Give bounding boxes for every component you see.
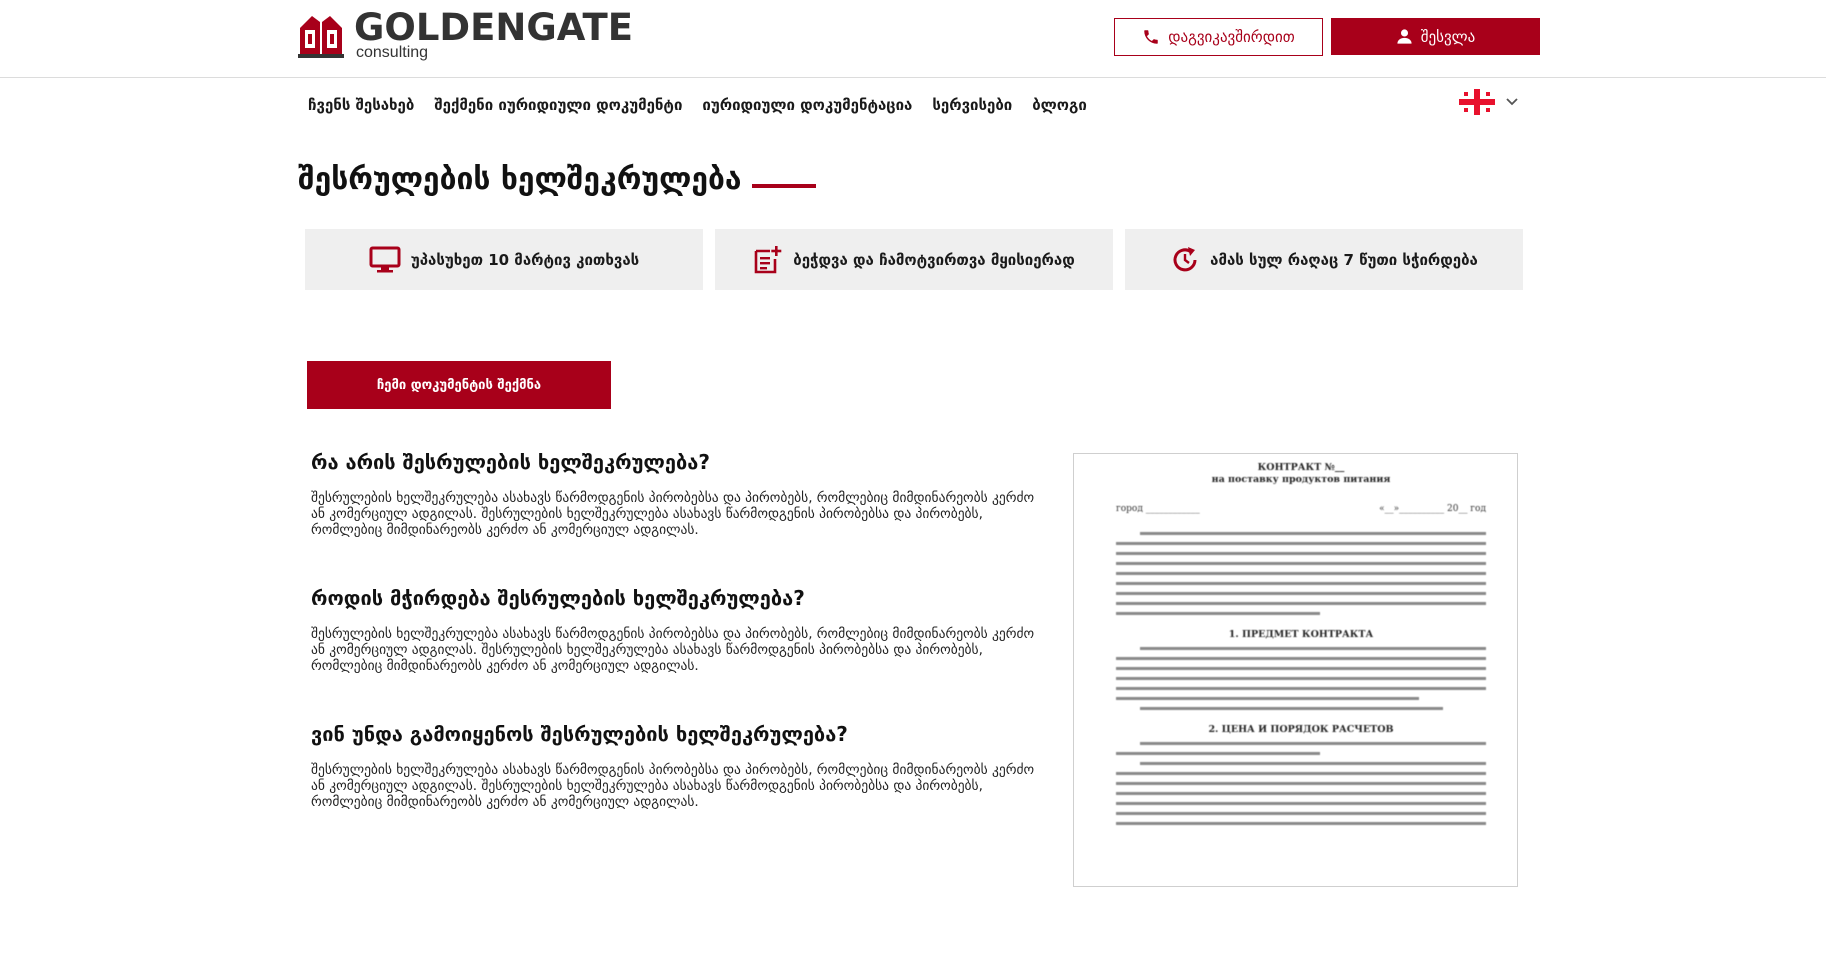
- login-button[interactable]: შესვლა: [1331, 18, 1540, 55]
- doc-preamble: [1116, 532, 1486, 615]
- feature-text: ამას სულ რაღაც 7 წუთი სჭირდება: [1210, 250, 1478, 269]
- page: GOLDENGATE consulting დაგვიკავშირდით შეს…: [0, 0, 1826, 977]
- document-add-icon: [754, 245, 782, 273]
- call-us-button[interactable]: დაგვიკავშირდით: [1114, 18, 1323, 56]
- brand-subtitle: consulting: [356, 44, 429, 61]
- faq-question: როდის მჭირდება შესრულების ხელშეკრულება?: [311, 586, 805, 610]
- doc-section-1: 1. ПРЕДМЕТ КОНТРАКТА: [1228, 629, 1374, 640]
- refresh-icon: [1173, 246, 1197, 271]
- language-selector[interactable]: [1459, 89, 1519, 115]
- doc-section-2: 2. ЦЕНА И ПОРЯДОК РАСЧЕТОВ: [1208, 724, 1394, 735]
- doc-section-2-body: [1116, 742, 1486, 825]
- faq-item: როდის მჭირდება შესრულების ხელშეკრულება? …: [311, 586, 1051, 674]
- feature-box-print: ბეჭდვა და ჩამოტვირთვა მყისიერად: [715, 229, 1113, 290]
- page-title: შესრულების ხელშეკრულება: [298, 162, 742, 197]
- create-document-button[interactable]: ჩემი დოკუმენტის შექმნა: [307, 361, 611, 409]
- feature-text: ბეჭდვა და ჩამოტვირთვა მყისიერად: [793, 250, 1075, 269]
- doc-city: город ____________: [1116, 504, 1200, 514]
- faq-question: ვინ უნდა გამოიყენოს შესრულების ხელშეკრულ…: [311, 722, 848, 746]
- logo-mark-icon: [298, 16, 344, 58]
- nav-item-about[interactable]: ჩვენს შესახებ: [308, 96, 414, 114]
- nav-item-blog[interactable]: ბლოგი: [1032, 96, 1087, 114]
- feature-text: უპასუხეთ 10 მარტივ კითხვას: [410, 250, 640, 269]
- faq-answer: შესრულების ხელშეკრულება ასახავს წარმოდგე…: [311, 762, 1035, 810]
- doc-section-1-body: [1116, 647, 1486, 710]
- title-underline: [752, 184, 816, 188]
- brand-name: GOLDENGATE: [354, 6, 633, 49]
- doc-heading: КОНТРАКТ №__: [1257, 462, 1345, 473]
- document-preview: КОНТРАКТ №__ на поставку продуктов питан…: [1073, 453, 1518, 887]
- nav-item-create-document[interactable]: შექმენი იურიდიული დოკუმენტი: [434, 96, 682, 114]
- chevron-down-icon: [1506, 98, 1518, 106]
- georgia-flag-icon: [1459, 89, 1495, 115]
- doc-subheading: на поставку продуктов питания: [1211, 474, 1391, 485]
- faq-item: რა არის შესრულების ხელშეკრულება? შესრულე…: [311, 450, 1051, 538]
- call-us-label: დაგვიკავშირდით: [1168, 28, 1295, 46]
- phone-icon: [1144, 30, 1158, 44]
- faq-question: რა არის შესრულების ხელშეკრულება?: [311, 450, 710, 474]
- monitor-icon: [369, 246, 401, 272]
- feature-box-time: ამას სულ რაღაც 7 წუთი სჭირდება: [1125, 229, 1523, 290]
- nav-item-services[interactable]: სერვისები: [932, 96, 1012, 114]
- login-label: შესვლა: [1420, 27, 1476, 46]
- faq-answer: შესრულების ხელშეკრულება ასახავს წარმოდგე…: [311, 626, 1035, 674]
- faq-answer: შესრულების ხელშეკრულება ასახავს წარმოდგე…: [311, 490, 1035, 538]
- site-header: GOLDENGATE consulting დაგვიკავშირდით შეს…: [0, 0, 1826, 78]
- faq-item: ვინ უნდა გამოიყენოს შესრულების ხელშეკრულ…: [311, 722, 1051, 810]
- main-nav: ჩვენს შესახებ შექმენი იურიდიული დოკუმენტ…: [308, 92, 1087, 118]
- document-preview-content: КОНТРАКТ №__ на поставку продуктов питан…: [1116, 462, 1486, 825]
- feature-box-questions: უპასუხეთ 10 მარტივ კითხვას: [305, 229, 703, 290]
- logo[interactable]: GOLDENGATE consulting: [298, 6, 658, 64]
- doc-date: «__»__________ 20__ год: [1379, 504, 1486, 514]
- user-icon: [1397, 29, 1412, 44]
- doc-city-date-row: город ____________ «__»__________ 20__ г…: [1116, 504, 1486, 514]
- nav-item-legal-documents[interactable]: იურიდიული დოკუმენტაცია: [702, 96, 912, 114]
